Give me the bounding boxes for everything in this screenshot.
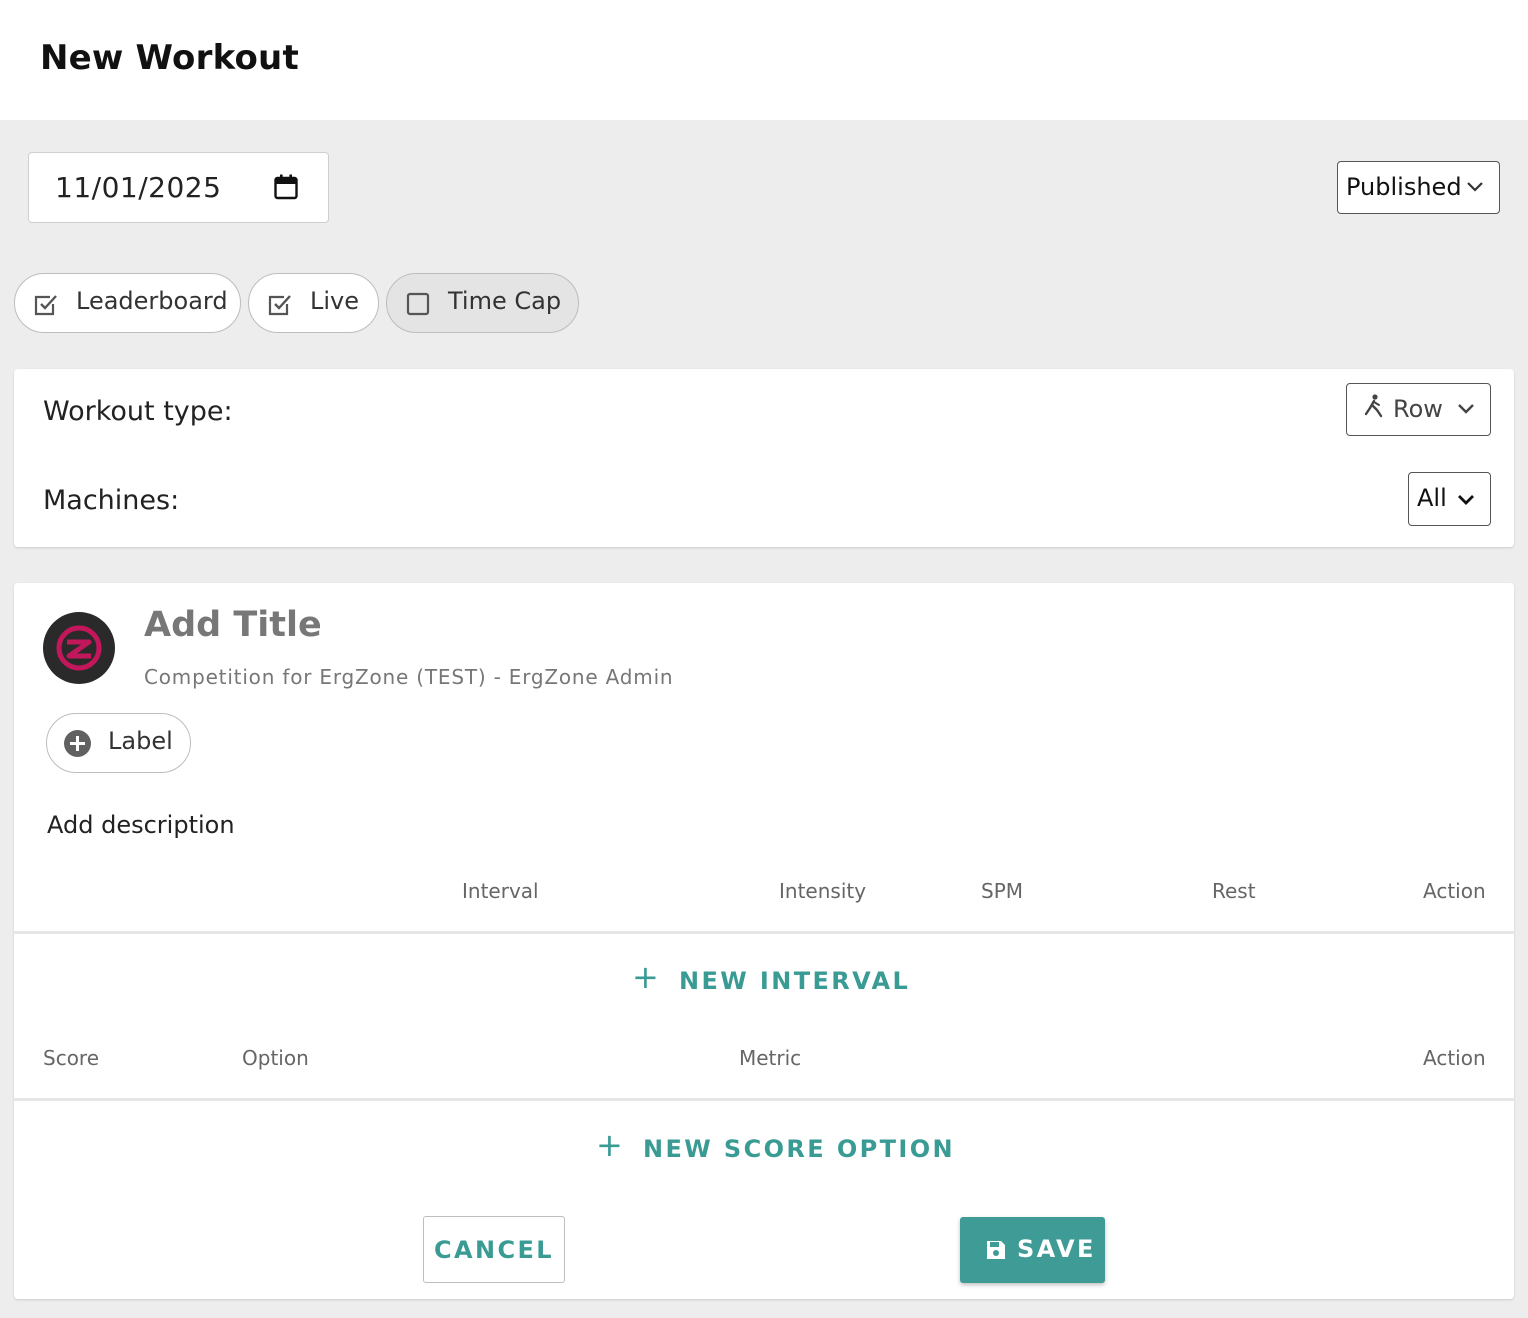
chevron-down-icon	[1458, 404, 1474, 414]
machines-label: Machines:	[43, 485, 180, 516]
new-score-option-label: NEW SCORE OPTION	[643, 1135, 956, 1163]
workout-subtitle: Competition for ErgZone (TEST) - ErgZone…	[144, 665, 674, 689]
col-score: Score	[43, 1046, 100, 1070]
live-toggle[interactable]: Live	[248, 273, 379, 333]
workout-type-label: Workout type:	[43, 396, 233, 427]
ergzone-logo	[43, 612, 115, 684]
col-metric: Metric	[739, 1046, 802, 1070]
page-title: New Workout	[40, 38, 299, 78]
col-rest: Rest	[1212, 879, 1256, 903]
status-select[interactable]: Published	[1337, 161, 1500, 214]
new-interval-button[interactable]: + NEW INTERVAL	[632, 958, 908, 1000]
live-label: Live	[310, 287, 360, 315]
plus-icon: +	[596, 1126, 626, 1164]
save-button[interactable]: SAVE	[960, 1217, 1105, 1283]
cancel-label: CANCEL	[434, 1236, 554, 1264]
col-intensity: Intensity	[779, 879, 867, 903]
save-icon	[987, 1241, 1005, 1259]
time-cap-label: Time Cap	[448, 287, 562, 315]
cancel-button[interactable]: CANCEL	[423, 1216, 565, 1283]
col-option: Option	[242, 1046, 309, 1070]
workout-title-input[interactable]: Add Title	[144, 605, 322, 645]
checkbox-checked-icon	[34, 295, 57, 316]
save-label: SAVE	[1017, 1235, 1096, 1263]
status-value: Published	[1346, 173, 1462, 201]
chevron-down-icon	[1467, 182, 1483, 192]
table-divider	[14, 931, 1514, 934]
col-action: Action	[1423, 879, 1486, 903]
date-field[interactable]: 11/01/2025	[28, 152, 329, 223]
new-interval-label: NEW INTERVAL	[679, 967, 911, 995]
plus-icon: +	[632, 958, 662, 996]
col-score-action: Action	[1423, 1046, 1486, 1070]
date-value: 11/01/2025	[55, 171, 222, 204]
col-spm: SPM	[981, 879, 1024, 903]
workout-settings-card: Workout type: Row Machines: All	[14, 369, 1514, 547]
description-input[interactable]: Add description	[47, 811, 235, 839]
machines-value: All	[1417, 484, 1447, 512]
rowing-icon	[1364, 394, 1383, 418]
checkbox-checked-icon	[268, 295, 291, 316]
add-circle-icon	[64, 730, 91, 757]
time-cap-toggle[interactable]: Time Cap	[386, 273, 579, 333]
add-label-button[interactable]: Label	[46, 713, 191, 773]
leaderboard-label: Leaderboard	[76, 287, 228, 315]
checkbox-unchecked-icon	[406, 292, 430, 316]
new-score-option-button[interactable]: + NEW SCORE OPTION	[596, 1126, 953, 1168]
workout-type-value: Row	[1393, 395, 1443, 423]
workout-type-select[interactable]: Row	[1346, 383, 1491, 436]
table-divider	[14, 1098, 1514, 1101]
page-header: New Workout	[0, 0, 1528, 120]
add-label-text: Label	[108, 727, 173, 755]
calendar-icon[interactable]	[274, 174, 298, 200]
leaderboard-toggle[interactable]: Leaderboard	[14, 273, 241, 333]
chevron-down-icon	[1458, 495, 1474, 505]
col-interval: Interval	[462, 879, 539, 903]
machines-select[interactable]: All	[1408, 472, 1491, 526]
workout-editor-card: Add Title Competition for ErgZone (TEST)…	[14, 583, 1514, 1299]
